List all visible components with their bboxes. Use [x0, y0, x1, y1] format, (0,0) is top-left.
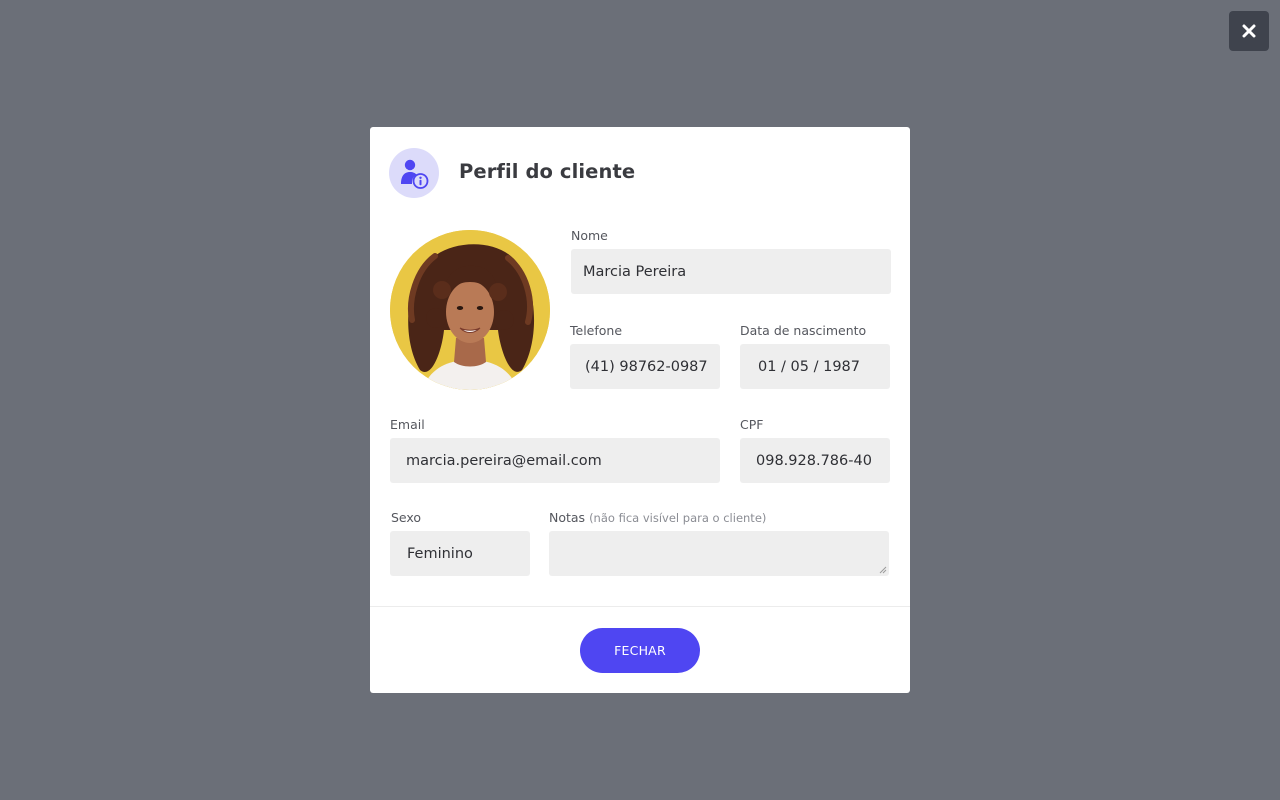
phone-field[interactable]: (41) 98762-0987: [570, 344, 720, 389]
birthdate-field[interactable]: 01 / 05 / 1987: [740, 344, 890, 389]
cpf-field[interactable]: 098.928.786-40: [740, 438, 890, 483]
customer-profile-modal: Perfil do cliente Nome Marcia Pereira Te…: [370, 127, 910, 693]
name-label: Nome: [571, 228, 608, 243]
gender-label: Sexo: [391, 510, 422, 525]
notes-label-text: Notas: [549, 510, 586, 525]
name-field[interactable]: Marcia Pereira: [571, 249, 891, 294]
birthdate-label: Data de nascimento: [740, 323, 867, 338]
phone-label: Telefone: [570, 323, 623, 338]
notes-label: Notas (não fica visível para o cliente): [549, 510, 766, 525]
email-field[interactable]: marcia.pereira@email.com: [390, 438, 720, 483]
user-info-icon: [389, 148, 439, 198]
gender-field[interactable]: Feminino: [390, 531, 530, 576]
close-icon: [1242, 24, 1256, 38]
resize-grip-icon[interactable]: [879, 566, 887, 574]
customer-avatar: [390, 230, 550, 390]
modal-title: Perfil do cliente: [459, 160, 636, 183]
email-label: Email: [390, 417, 425, 432]
close-modal-button[interactable]: [1229, 11, 1269, 51]
cpf-label: CPF: [740, 417, 764, 432]
notes-textarea[interactable]: [549, 531, 889, 576]
footer-divider: [370, 606, 910, 607]
notes-hint: (não fica visível para o cliente): [589, 511, 767, 525]
close-button[interactable]: FECHAR: [580, 628, 700, 673]
